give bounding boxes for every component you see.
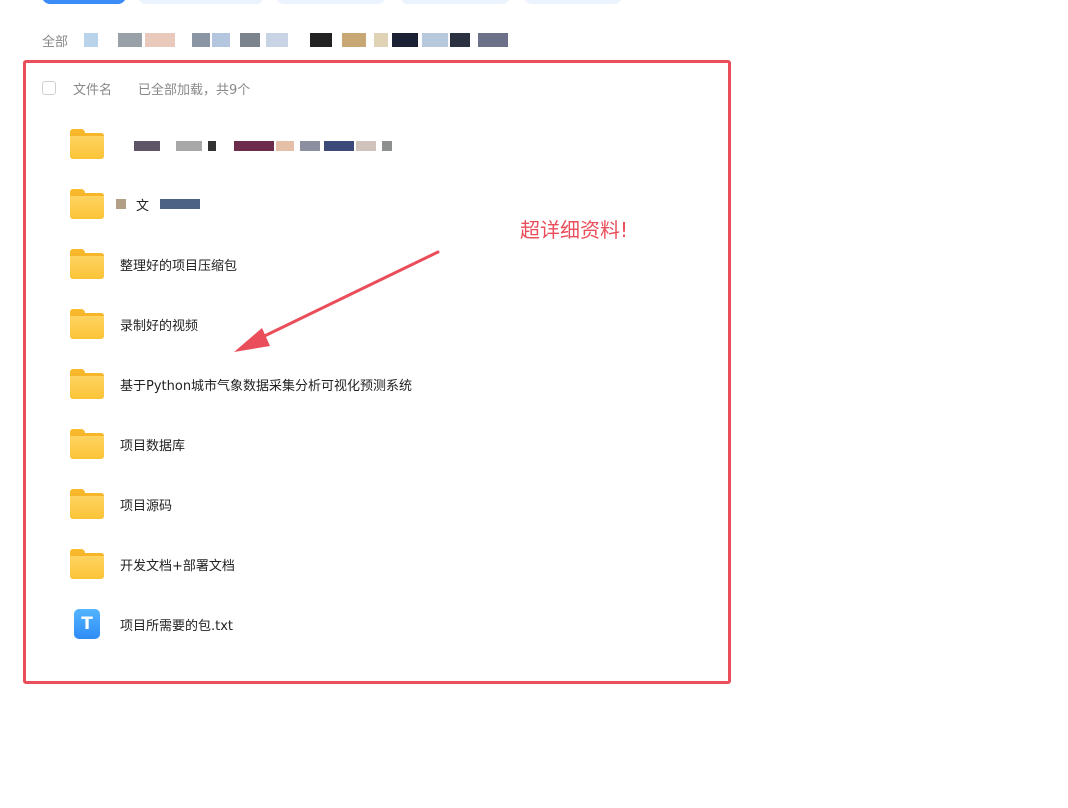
annotation-arrow: [234, 250, 440, 352]
annotation-text: 超详细资料!: [520, 218, 629, 242]
